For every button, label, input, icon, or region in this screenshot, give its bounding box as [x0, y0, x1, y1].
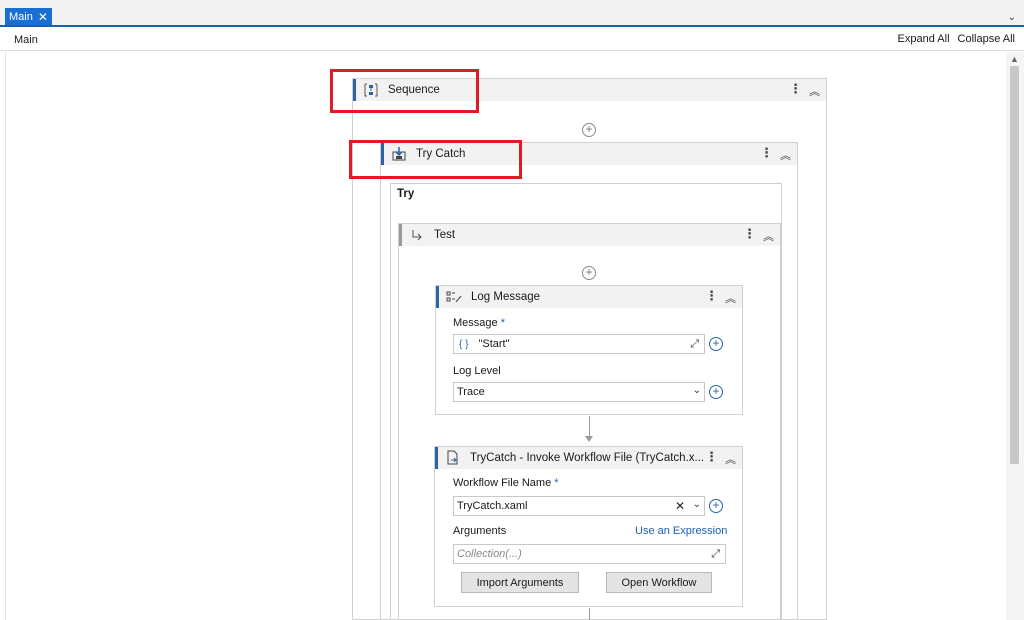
invoke-workflow-activity[interactable]: TryCatch - Invoke Workflow File (TryCatc… — [434, 446, 743, 607]
clear-icon[interactable]: ✕ — [675, 499, 685, 513]
highlight-sequence — [330, 69, 479, 113]
log-message-menu-icon[interactable]: ⋮ — [705, 289, 718, 303]
message-input[interactable]: { } "Start" ⤢ — [453, 334, 705, 354]
connector-line-2 — [589, 608, 590, 620]
import-arguments-button[interactable]: Import Arguments — [461, 572, 579, 593]
branch-arrow-icon — [408, 227, 426, 243]
open-workflow-button[interactable]: Open Workflow — [606, 572, 712, 593]
log-message-activity[interactable]: Log Message ⋮ ︽ Message * { } "Start" ⤢ … — [435, 285, 743, 415]
log-level-value: Trace — [457, 386, 485, 398]
scrollbar-thumb[interactable] — [1010, 66, 1019, 464]
invoke-workflow-title: TryCatch - Invoke Workflow File (TryCatc… — [470, 452, 705, 464]
arguments-collection-input[interactable]: Collection(...) ⤢ — [453, 544, 726, 564]
message-add-icon[interactable]: + — [709, 337, 723, 351]
test-header[interactable]: Test ⋮ ︽ — [399, 224, 780, 246]
message-label-text: Message — [453, 317, 498, 329]
message-value: "Start" — [478, 338, 510, 350]
workflow-file-label: Workflow File Name * — [453, 477, 559, 489]
required-mark-2: * — [554, 477, 559, 489]
vertical-scrollbar[interactable]: ▲ — [1006, 52, 1024, 620]
log-message-header[interactable]: Log Message ⋮ ︽ — [436, 286, 742, 308]
log-message-collapse-icon[interactable]: ︽ — [725, 290, 736, 306]
collection-placeholder: Collection(...) — [457, 548, 522, 560]
log-message-icon — [445, 289, 463, 305]
test-collapse-icon[interactable]: ︽ — [763, 228, 774, 244]
required-mark: * — [500, 317, 505, 329]
log-message-title: Log Message — [471, 291, 541, 303]
expand-editor-icon-2[interactable]: ⤢ — [711, 548, 720, 561]
expand-all-link[interactable]: Expand All — [898, 33, 950, 45]
breadcrumb-bar: Main Expand All Collapse All — [0, 29, 1024, 51]
breadcrumb-actions: Expand All Collapse All — [898, 33, 1015, 45]
add-activity-plus-icon[interactable]: + — [582, 123, 596, 137]
invoke-workflow-header[interactable]: TryCatch - Invoke Workflow File (TryCatc… — [435, 447, 742, 469]
sequence-collapse-icon[interactable]: ︽ — [809, 83, 820, 99]
test-menu-icon[interactable]: ⋮ — [743, 227, 756, 241]
add-activity-plus-icon-2[interactable]: + — [582, 266, 596, 280]
invoke-workflow-menu-icon[interactable]: ⋮ — [705, 450, 718, 464]
try-label: Try — [397, 188, 415, 200]
try-catch-menu-icon[interactable]: ⋮ — [760, 146, 773, 160]
connector-arrow — [585, 436, 593, 442]
invoke-workflow-collapse-icon[interactable]: ︽ — [725, 451, 736, 467]
connector-line — [589, 416, 590, 438]
scroll-up-icon[interactable]: ▲ — [1010, 54, 1019, 64]
log-level-select[interactable]: Trace ⌄ — [453, 382, 705, 402]
sequence-menu-icon[interactable]: ⋮ — [789, 82, 802, 96]
close-icon[interactable]: ✕ — [38, 11, 48, 23]
document-tab-strip: Main ✕ ⌄ — [0, 0, 1024, 27]
expand-editor-icon[interactable]: ⤢ — [690, 338, 699, 351]
chevron-down-icon[interactable]: ⌄ — [693, 499, 701, 510]
workflow-file-input[interactable]: TryCatch.xaml ✕ ⌄ — [453, 496, 705, 516]
workflow-file-value: TryCatch.xaml — [457, 500, 528, 512]
workflow-file-label-text: Workflow File Name — [453, 477, 552, 489]
log-level-add-icon[interactable]: + — [709, 385, 723, 399]
invoke-workflow-icon — [444, 450, 462, 466]
log-level-label: Log Level — [453, 365, 501, 377]
test-title: Test — [434, 229, 456, 241]
breadcrumb-main[interactable]: Main — [14, 34, 38, 46]
tab-main-label: Main — [9, 10, 33, 23]
highlight-try-catch — [349, 140, 522, 179]
collapse-all-link[interactable]: Collapse All — [958, 33, 1015, 45]
try-catch-collapse-icon[interactable]: ︽ — [780, 147, 791, 163]
workflow-file-add-icon[interactable]: + — [709, 499, 723, 513]
expression-braces-icon: { } — [459, 338, 469, 350]
chevron-down-icon[interactable]: ⌄ — [693, 385, 701, 396]
arguments-label: Arguments — [453, 525, 507, 537]
message-label: Message * — [453, 317, 505, 329]
tab-main[interactable]: Main ✕ — [5, 8, 52, 25]
chevron-down-icon[interactable]: ⌄ — [1008, 12, 1016, 23]
use-expression-link[interactable]: Use an Expression — [635, 525, 727, 537]
